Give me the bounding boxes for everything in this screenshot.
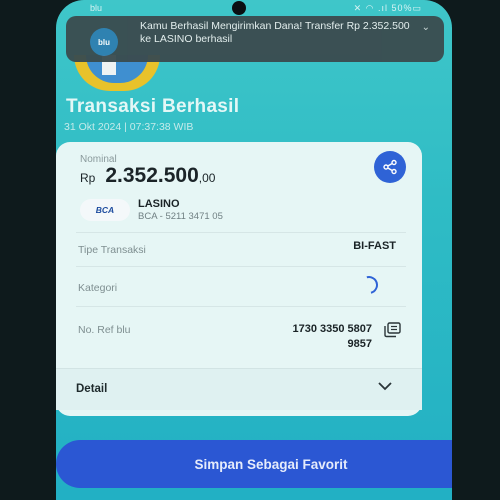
notification-text: Kamu Berhasil Mengirimkan Dana! Transfer… [140, 20, 410, 45]
ref-value: 1730 3350 5807 9857 [292, 323, 372, 350]
amount: Rp 2.352.500,00 [80, 164, 215, 188]
save-favorite-button[interactable]: Simpan Sebagai Favorit [56, 440, 452, 488]
transaction-datetime: 31 Okt 2024 | 07:37:38 WIB [64, 121, 194, 133]
recipient-name: LASINO [138, 198, 180, 210]
chevron-down-icon [378, 382, 392, 391]
status-bar: blu ✕ ◠ .ıl 50%▭ [56, 0, 452, 16]
currency: Rp [80, 171, 96, 185]
type-value: BI-FAST [353, 240, 396, 252]
amount-decimal: ,00 [198, 171, 216, 185]
divider [76, 232, 406, 233]
type-label: Tipe Transaksi [78, 244, 146, 256]
chevron-down-icon[interactable]: ⌄ [422, 22, 430, 33]
push-notification[interactable]: blu Kamu Berhasil Mengirimkan Dana! Tran… [66, 16, 444, 62]
blu-app-logo: blu [90, 28, 118, 56]
ref-label: No. Ref blu [78, 324, 131, 336]
detail-label: Detail [76, 383, 108, 395]
detail-toggle[interactable]: Detail [56, 368, 422, 410]
recipient-account: BCA - 5211 3471 05 [138, 211, 223, 222]
category-label: Kategori [78, 282, 118, 294]
divider [76, 266, 406, 267]
divider [76, 306, 406, 307]
page-title: Transaksi Berhasil [66, 96, 240, 117]
status-icons: ✕ ◠ .ıl 50%▭ [353, 3, 422, 13]
copy-icon[interactable] [382, 322, 402, 338]
share-button[interactable] [374, 151, 406, 183]
amount-main: 2.352.500 [105, 164, 199, 187]
front-camera [232, 1, 246, 15]
carrier-label: blu [90, 3, 103, 13]
bca-bank-logo: BCA [80, 199, 130, 221]
share-icon [383, 159, 397, 175]
phone-screen: blu ✕ ◠ .ıl 50%▭ blu Kamu Berhasil Mengi… [56, 0, 452, 500]
